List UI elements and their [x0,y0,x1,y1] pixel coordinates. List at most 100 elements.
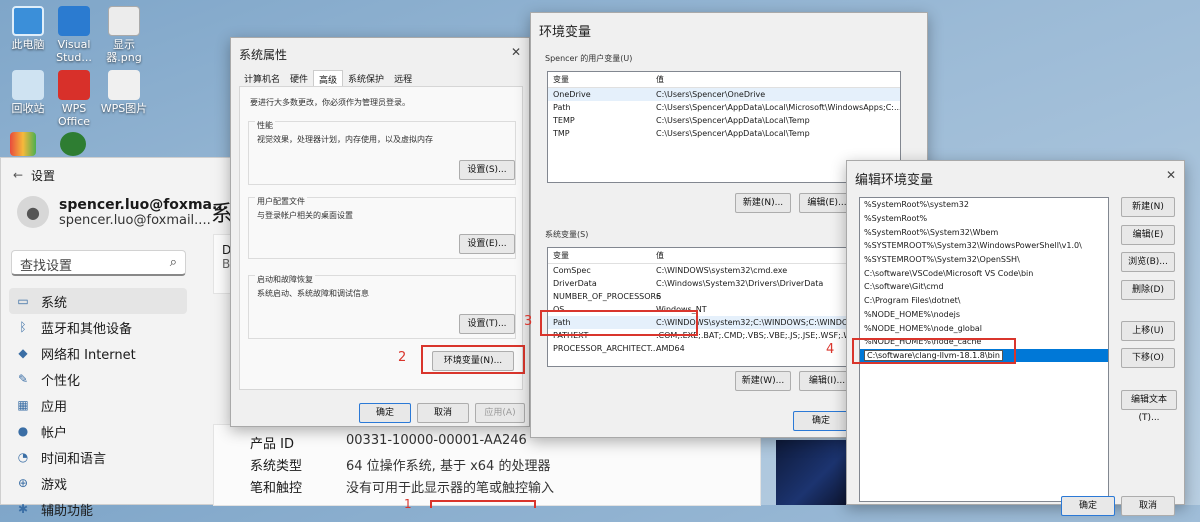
list-row[interactable]: PROCESSOR_ARCHITECT... AMD64 [548,342,862,355]
list-item[interactable]: %NODE_HOME%\node_global [860,321,1108,335]
desktop-icon-wps[interactable]: WPS Office [46,70,102,128]
group-desc: 视觉效果，处理器计划，内存使用，以及虚拟内存 [257,135,433,144]
new-button[interactable]: 新建(N) [1121,197,1175,217]
search-icon: ⌕ [169,255,177,270]
performance-settings-button[interactable]: 设置(S)... [459,160,515,180]
var-value: C:\Users\Spencer\OneDrive [656,90,766,99]
wps-picture-icon [108,70,140,100]
cancel-button[interactable]: 取消 [417,403,469,423]
ok-button[interactable]: 确定 [1061,496,1115,516]
nav-item-system[interactable]: ▭ 系统 [9,288,187,314]
list-item[interactable]: %SYSTEMROOT%\System32\WindowsPowerShell\… [860,239,1108,253]
accessibility-icon: ✱ [17,502,29,516]
browse-button[interactable]: 浏览(B)... [1121,252,1175,272]
dialog-title: 系统属性 [239,48,288,62]
list-item[interactable]: %SYSTEMROOT%\System32\OpenSSH\ [860,253,1108,267]
evernote-icon[interactable] [60,132,86,156]
wallpaper-fragment [776,440,846,505]
var-name: Path [553,103,571,112]
move-down-button[interactable]: 下移(O) [1121,348,1175,368]
nav-item-accounts[interactable]: ● 帐户 [9,418,187,444]
list-row[interactable]: TEMP C:\Users\Spencer\AppData\Local\Temp [548,114,900,127]
user-new-button[interactable]: 新建(N)... [735,193,791,213]
wps-icon [58,70,90,100]
nav-item-bluetooth[interactable]: ᛒ 蓝牙和其他设备 [9,314,187,340]
image-file-icon [108,6,140,36]
var-name: TEMP [553,116,575,125]
dialog-title: 编辑环境变量 [855,173,934,188]
info-value: 00331-10000-00001-AA246 [346,433,527,448]
cancel-button[interactable]: 取消 [1121,496,1175,516]
search-placeholder: 查找设置 [20,259,73,274]
col-var: 变量 [553,75,569,84]
group-label: 用户配置文件 [255,196,307,207]
vscode-icon [58,6,90,36]
nav-label: 网络和 Internet [41,347,136,363]
info-row: 笔和触控 没有可用于此显示器的笔或触控输入 [250,477,554,496]
startup-settings-button[interactable]: 设置(T)... [459,314,515,334]
nav-item-gaming[interactable]: ⊕ 游戏 [9,470,187,496]
var-value: C:\Windows\System32\Drivers\DriverData [656,279,824,288]
move-up-button[interactable]: 上移(U) [1121,321,1175,341]
nav-item-network[interactable]: ◆ 网络和 Internet [9,340,187,366]
list-header: 变量 值 [548,248,862,264]
close-icon[interactable]: ✕ [1166,168,1176,182]
list-item[interactable]: %NODE_HOME%\nodejs [860,308,1108,322]
system-icon: ▭ [17,294,29,308]
system-vars-label: 系统变量(S) [545,230,589,239]
info-value: 64 位操作系统, 基于 x64 的处理器 [346,459,551,474]
list-row[interactable]: TMP C:\Users\Spencer\AppData\Local\Temp [548,127,900,140]
settings-title: 设置 [31,168,56,183]
nav-label: 辅助功能 [41,503,94,519]
close-icon[interactable]: ✕ [511,45,521,59]
list-header: 变量 值 [548,72,900,88]
user-profile[interactable]: ● spencer.luo@foxma... spencer.luo@foxma… [17,196,228,228]
list-item[interactable]: C:\software\VSCode\Microsoft VS Code\bin [860,266,1108,280]
var-value: C:\Users\Spencer\AppData\Local\Temp [656,129,810,138]
desktop-icon-image[interactable]: 显示器.png [96,6,152,64]
group-label: 启动和故障恢复 [255,274,315,285]
edit-text-button[interactable]: 编辑文本(T)... [1121,390,1177,423]
nav-item-apps[interactable]: ▦ 应用 [9,392,187,418]
list-row[interactable]: DriverData C:\Windows\System32\Drivers\Dr… [548,277,862,290]
profile-settings-button[interactable]: 设置(E)... [459,234,515,254]
nav-label: 应用 [41,399,68,415]
user-vars-label: Spencer 的用户变量(U) [545,54,633,63]
list-row[interactable]: Path C:\Users\Spencer\AppData\Local\Micro… [548,101,900,114]
var-value: C:\Users\Spencer\AppData\Local\Microsoft… [656,103,900,112]
desktop-icon-vscode[interactable]: Visual Stud... [46,6,102,64]
settings-search-input[interactable]: 查找设置 ⌕ [11,250,186,276]
delete-button[interactable]: 删除(D) [1121,280,1175,300]
desktop-icon-label: WPS Office [57,102,91,128]
desktop-icon-wps-picture[interactable]: WPS图片 [96,70,152,115]
apply-button[interactable]: 应用(A) [475,403,525,423]
list-row[interactable]: ComSpec C:\WINDOWS\system32\cmd.exe [548,264,862,277]
list-row[interactable]: OneDrive C:\Users\Spencer\OneDrive [548,88,900,101]
list-item[interactable]: %SystemRoot%\system32 [860,198,1108,212]
nav-item-accessibility[interactable]: ✱ 辅助功能 [9,496,187,522]
ok-button[interactable]: 确定 [359,403,411,423]
list-item[interactable]: %SystemRoot%\System32\Wbem [860,225,1108,239]
back-arrow-icon[interactable]: ← [13,168,31,182]
app-icon[interactable] [10,132,36,156]
edit-button[interactable]: 编辑(E) [1121,225,1175,245]
group-label: 性能 [255,120,275,131]
var-name: PROCESSOR_ARCHITECT... [553,344,659,353]
list-row[interactable]: NUMBER_OF_PROCESSORS 6 [548,290,862,303]
account-icon: ● [17,424,29,438]
startup-recovery-group: 启动和故障恢复 系统启动、系统故障和调试信息 设置(T)... [248,274,516,339]
annotation-box-3 [540,310,698,336]
list-item[interactable]: C:\Program Files\dotnet\ [860,294,1108,308]
system-vars-list[interactable]: 变量 值 ComSpec C:\WINDOWS\system32\cmd.exe D… [547,247,863,367]
nav-item-personalization[interactable]: ✎ 个性化 [9,366,187,392]
bluetooth-icon: ᛒ [19,320,27,334]
system-new-button[interactable]: 新建(W)... [735,371,791,391]
annotation-box-2 [421,345,525,374]
annotation-2: 2 [398,350,407,365]
nav-item-time-language[interactable]: ◔ 时间和语言 [9,444,187,470]
ok-button[interactable]: 确定 [793,411,849,431]
apps-icon: ▦ [17,398,29,412]
list-item[interactable]: C:\software\Git\cmd [860,280,1108,294]
info-key: 笔和触控 [250,481,303,496]
list-item[interactable]: %SystemRoot% [860,212,1108,226]
